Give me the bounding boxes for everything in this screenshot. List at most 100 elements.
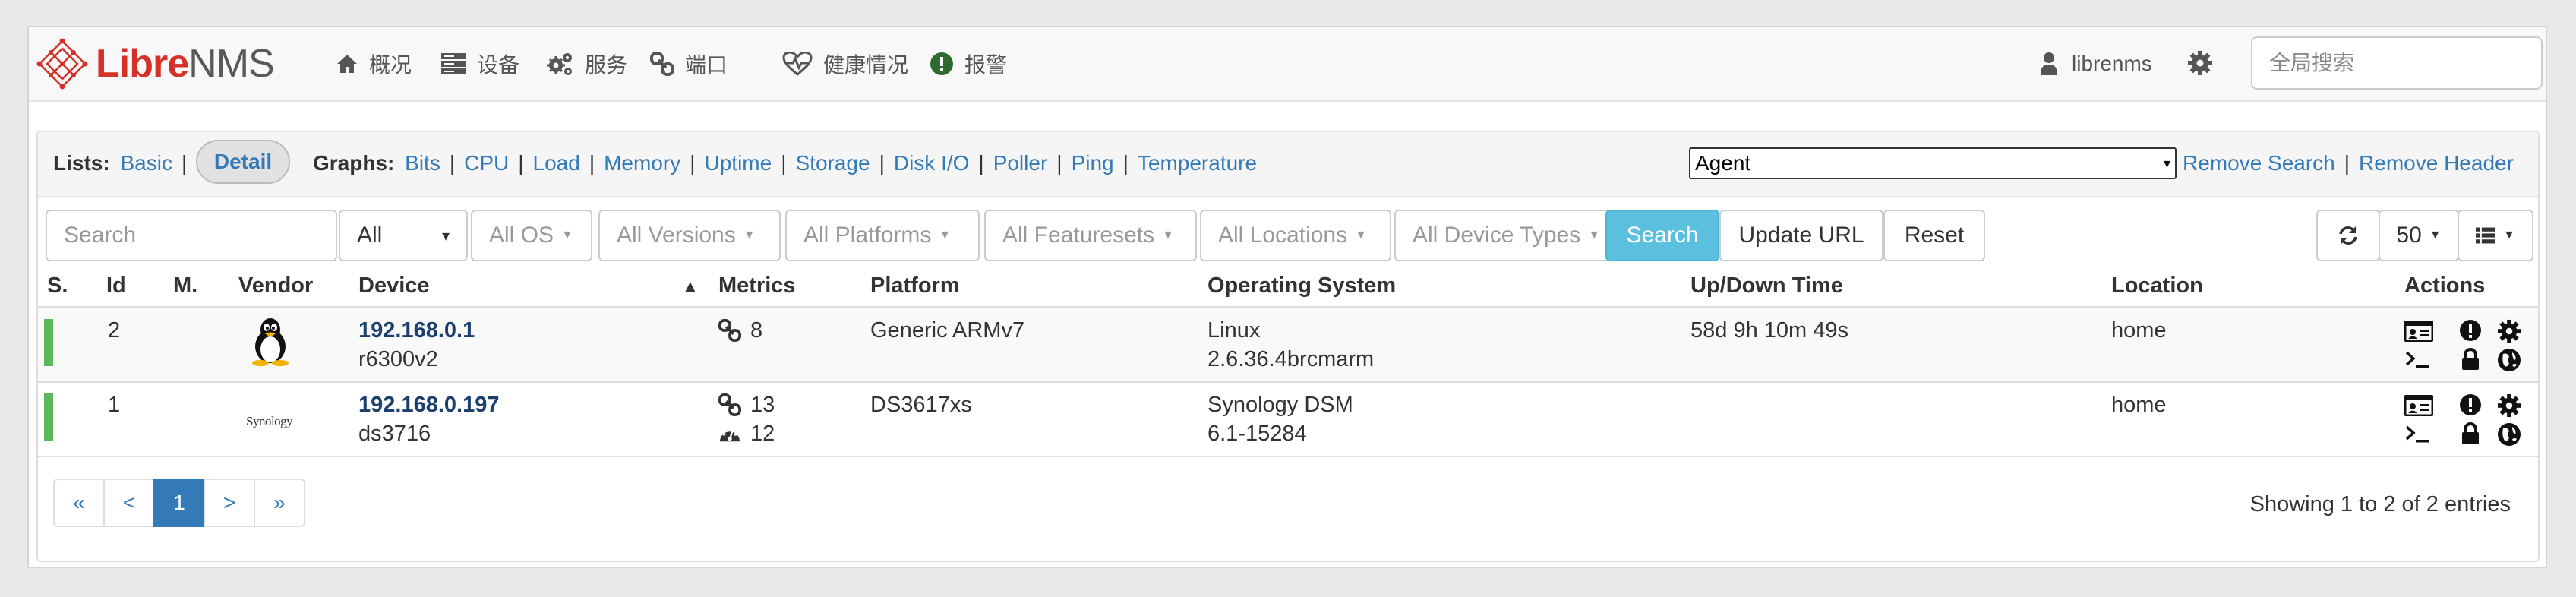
table-row[interactable]: 1 Synology 192.168.0.197 ds3716 13 12 DS… bbox=[38, 383, 2538, 456]
graph-link-temperature[interactable]: Temperature bbox=[1138, 151, 1257, 175]
graph-link-poller[interactable]: Poller bbox=[993, 151, 1048, 175]
edit-device-button[interactable] bbox=[2497, 319, 2521, 347]
exclamation-circle-icon bbox=[2460, 394, 2481, 415]
logo-wordmark: LibreNMS bbox=[96, 42, 275, 86]
edit-device-button[interactable] bbox=[2497, 393, 2521, 422]
os-name: Linux bbox=[1208, 318, 1261, 343]
nav-item-services[interactable]: 服务 bbox=[545, 49, 627, 79]
table-row[interactable]: 2 192.168.0.1 r6300v2 8 Generic ARMv7 Li… bbox=[38, 308, 2538, 381]
col-header-uptime[interactable]: Up/Down Time bbox=[1690, 273, 1843, 298]
col-header-metrics[interactable]: Metrics bbox=[718, 273, 796, 298]
col-header-maintenance[interactable]: M. bbox=[173, 273, 197, 298]
platform-filter-label: All Platforms bbox=[803, 223, 932, 248]
caret-icon: ▼ bbox=[1162, 229, 1174, 242]
graph-type-select[interactable]: Agent ▾ bbox=[1689, 147, 2177, 179]
graph-link-diskio[interactable]: Disk I/O bbox=[894, 151, 970, 175]
librenms-logo[interactable]: LibreNMS bbox=[36, 38, 275, 90]
col-header-platform[interactable]: Platform bbox=[870, 273, 960, 298]
nav-item-health[interactable]: 健康情况 bbox=[782, 49, 908, 79]
location-cell: home bbox=[2111, 318, 2167, 343]
device-search-input[interactable]: Search bbox=[46, 210, 337, 261]
col-header-device[interactable]: Device bbox=[358, 273, 430, 298]
col-header-status[interactable]: S. bbox=[47, 273, 68, 298]
nav-item-devices[interactable]: 设备 bbox=[440, 49, 519, 79]
platform-cell: Generic ARMv7 bbox=[870, 318, 1025, 343]
row-divider bbox=[38, 456, 2538, 457]
link-icon bbox=[718, 319, 741, 342]
device-hostname-link[interactable]: 192.168.0.197 bbox=[358, 390, 499, 419]
graph-link-bits[interactable]: Bits bbox=[405, 151, 440, 175]
dashboard-gauge-icon bbox=[719, 428, 740, 442]
columns-dropdown[interactable]: ▼ bbox=[2458, 210, 2533, 261]
refresh-button[interactable] bbox=[2316, 210, 2380, 261]
graph-link-ping[interactable]: Ping bbox=[1072, 151, 1114, 175]
metrics-cell: 13 12 bbox=[718, 390, 775, 448]
caret-icon: ▼ bbox=[1588, 229, 1601, 242]
nav-item-ports[interactable]: 端口 bbox=[650, 49, 728, 79]
location-cell: home bbox=[2111, 393, 2167, 417]
caret-icon: ▼ bbox=[1355, 229, 1367, 242]
heartbeat-icon bbox=[782, 52, 813, 76]
featureset-filter-dropdown[interactable]: All Featuresets ▼ bbox=[984, 210, 1197, 261]
page-current-button[interactable]: 1 bbox=[153, 479, 205, 527]
telnet-lock-button[interactable] bbox=[2461, 422, 2480, 449]
reset-button[interactable]: Reset bbox=[1883, 210, 1985, 261]
view-device-button[interactable] bbox=[2404, 394, 2434, 420]
device-hostname-link[interactable]: 192.168.0.1 bbox=[358, 316, 475, 345]
caret-icon: ▼ bbox=[743, 229, 756, 242]
view-alerts-button[interactable] bbox=[2459, 393, 2482, 420]
update-url-button[interactable]: Update URL bbox=[1719, 210, 1883, 261]
global-search-input[interactable] bbox=[2251, 36, 2543, 90]
os-filter-label: All OS bbox=[489, 223, 554, 248]
device-type-filter-dropdown[interactable]: All Device Types ▼ bbox=[1394, 210, 1627, 261]
graph-link-storage[interactable]: Storage bbox=[795, 151, 870, 175]
ports-metric[interactable]: 8 bbox=[718, 316, 762, 345]
search-button[interactable]: Search bbox=[1605, 210, 1719, 261]
device-sysname: r6300v2 bbox=[358, 347, 438, 371]
remove-header-link[interactable]: Remove Header bbox=[2359, 151, 2514, 175]
state-select[interactable]: All ▾ bbox=[339, 210, 468, 261]
lock-icon bbox=[2462, 422, 2479, 444]
web-ui-button[interactable] bbox=[2497, 348, 2521, 376]
version-filter-dropdown[interactable]: All Versions ▼ bbox=[598, 210, 781, 261]
ports-metric[interactable]: 13 bbox=[718, 390, 775, 419]
page-prev-button[interactable]: < bbox=[103, 479, 155, 527]
user-menu[interactable]: librenms bbox=[2040, 49, 2152, 79]
ssh-button[interactable] bbox=[2404, 424, 2432, 447]
graph-link-memory[interactable]: Memory bbox=[604, 151, 680, 175]
list-detail-active[interactable]: Detail bbox=[196, 140, 290, 184]
page-last-button[interactable]: » bbox=[254, 479, 305, 527]
os-name: Synology DSM bbox=[1208, 393, 1353, 417]
panel-heading: Lists: Basic | Detail Graphs: Bits | CPU | Lo… bbox=[38, 132, 2538, 197]
chevron-down-icon: ▾ bbox=[2163, 155, 2170, 171]
ssh-button[interactable] bbox=[2404, 349, 2432, 373]
uptime-cell: 58d 9h 10m 49s bbox=[1690, 318, 1848, 343]
sensors-metric[interactable]: 12 bbox=[718, 419, 775, 448]
view-device-button[interactable] bbox=[2404, 320, 2434, 346]
remove-search-link[interactable]: Remove Search bbox=[2183, 151, 2335, 175]
col-header-vendor[interactable]: Vendor bbox=[238, 273, 313, 298]
page-first-button[interactable]: « bbox=[53, 479, 105, 527]
col-header-location[interactable]: Location bbox=[2111, 273, 2203, 298]
page-next-button[interactable]: > bbox=[204, 479, 255, 527]
os-filter-dropdown[interactable]: All OS ▼ bbox=[471, 210, 592, 261]
col-header-os[interactable]: Operating System bbox=[1208, 273, 1396, 298]
col-header-id[interactable]: Id bbox=[106, 273, 126, 298]
graph-link-cpu[interactable]: CPU bbox=[464, 151, 509, 175]
graph-link-uptime[interactable]: Uptime bbox=[705, 151, 772, 175]
graph-link-load[interactable]: Load bbox=[533, 151, 580, 175]
terminal-icon bbox=[2405, 351, 2429, 368]
settings-button[interactable] bbox=[2187, 50, 2213, 80]
list-basic-link[interactable]: Basic bbox=[120, 151, 172, 175]
nav-item-overview[interactable]: 概况 bbox=[336, 49, 412, 79]
ports-count: 8 bbox=[750, 318, 763, 343]
device-cell: 192.168.0.1 r6300v2 bbox=[358, 316, 475, 374]
nav-item-alerts[interactable]: 报警 bbox=[930, 49, 1007, 79]
page-size-dropdown[interactable]: 50 ▼ bbox=[2379, 210, 2459, 261]
platform-filter-dropdown[interactable]: All Platforms ▼ bbox=[785, 210, 980, 261]
view-alerts-button[interactable] bbox=[2459, 319, 2482, 346]
location-filter-dropdown[interactable]: All Locations ▼ bbox=[1200, 210, 1391, 261]
telnet-lock-button[interactable] bbox=[2461, 348, 2480, 374]
web-ui-button[interactable] bbox=[2497, 422, 2521, 450]
device-list-panel: Lists: Basic | Detail Graphs: Bits | CPU | Lo… bbox=[36, 131, 2540, 562]
